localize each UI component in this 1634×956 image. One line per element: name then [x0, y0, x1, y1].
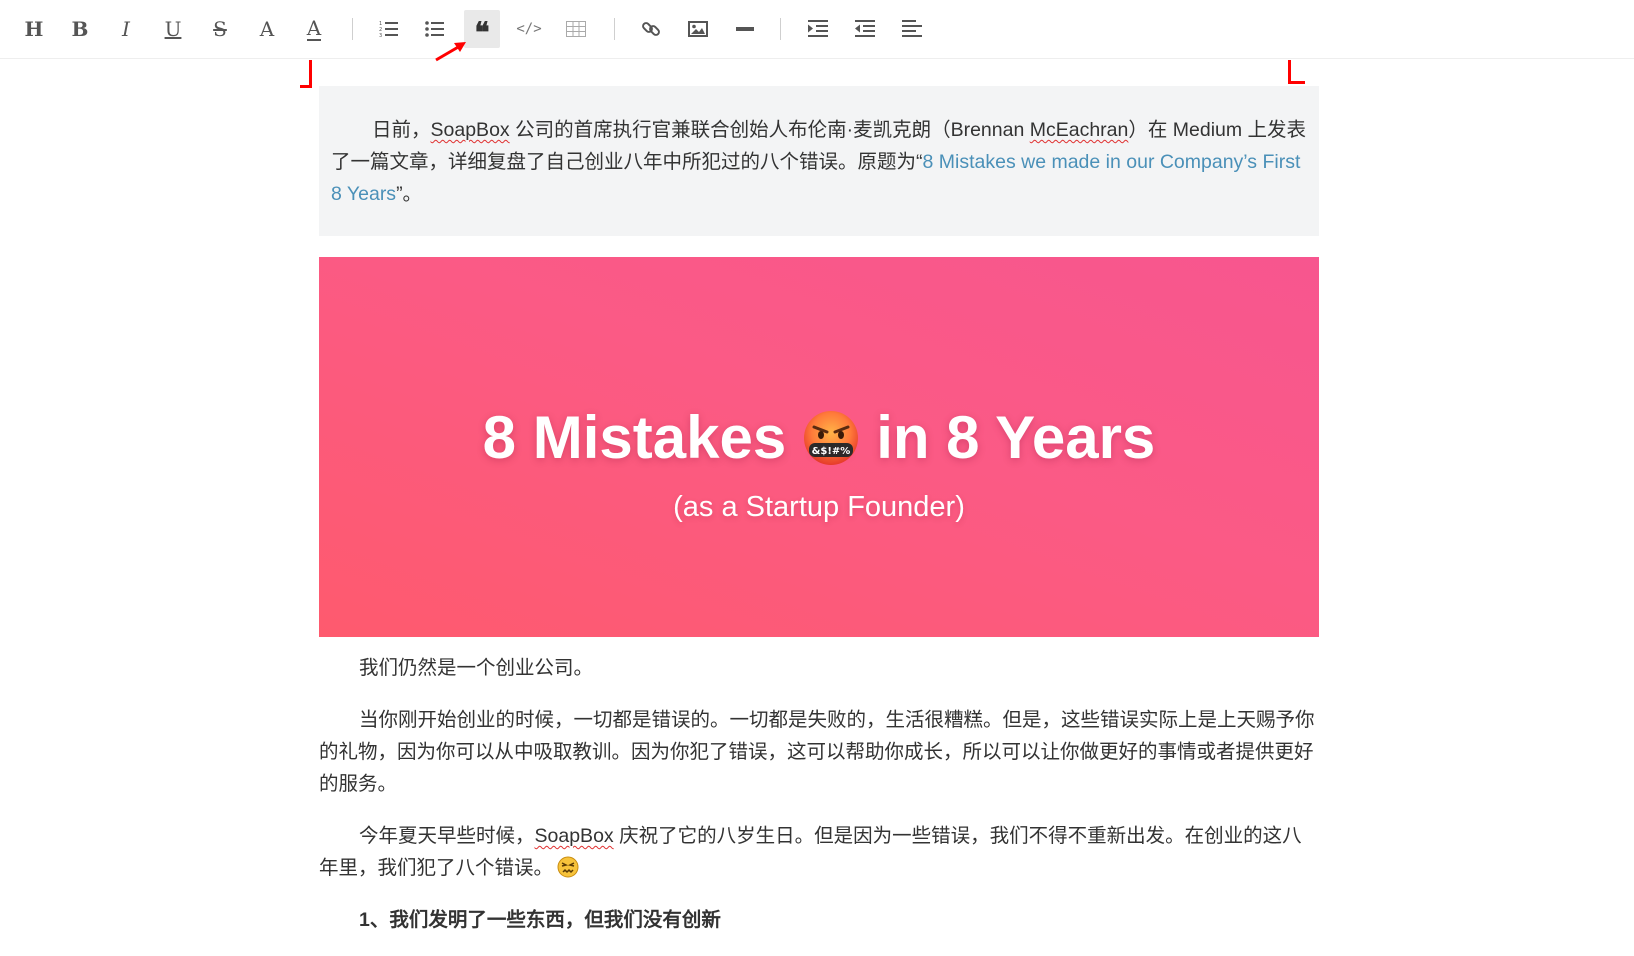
indent-icon: [808, 20, 828, 37]
spellcheck-word: SoapBox: [430, 119, 510, 141]
article-body[interactable]: 我们仍然是一个创业公司。 当你刚开始创业的时候，一切都是错误的。一切都是失败的，…: [319, 652, 1319, 956]
quote-icon: ❝: [474, 16, 490, 49]
indent-button[interactable]: [800, 10, 836, 48]
heading-icon: H: [24, 17, 44, 41]
section-heading: 1、我们发明了一些东西，但我们没有创新: [359, 909, 721, 931]
underline-button[interactable]: U: [155, 10, 191, 48]
image-button[interactable]: [680, 10, 716, 48]
strikethrough-icon: S: [213, 17, 227, 41]
font-size-button[interactable]: A: [249, 10, 285, 48]
bold-icon: B: [71, 17, 89, 41]
link-icon: [642, 22, 660, 36]
toolbar-divider: [780, 18, 781, 40]
spellcheck-word: SoapBox: [534, 825, 614, 847]
font-size-icon: A: [259, 17, 275, 41]
paragraph: 当你刚开始创业的时候，一切都是错误的。一切都是失败的，生活很糟糕。但是，这些错误…: [319, 709, 1315, 795]
outdent-button[interactable]: [847, 10, 883, 48]
italic-button[interactable]: I: [108, 10, 144, 48]
paragraph: 今年夏天早些时候，SoapBox 庆祝了它的八岁生日。但是因为一些错误，我们不得…: [319, 825, 1302, 879]
toolbar-divider: [352, 18, 353, 40]
table-icon: [566, 21, 586, 37]
paragraph: 我们仍然是一个创业公司。: [359, 657, 594, 679]
svg-text:3: 3: [379, 33, 382, 38]
align-button[interactable]: [894, 10, 930, 48]
editor-toolbar: H B I U S A A 1 2 3 ❝ </>: [0, 0, 1634, 59]
quote-paragraph: 日前，SoapBox 公司的首席执行官兼联合创始人布伦南·麦凯克朗（Brenna…: [331, 119, 1307, 205]
selection-end-marker: [1288, 60, 1305, 84]
toolbar-divider: [614, 18, 615, 40]
ordered-list-icon: 1 2 3: [379, 21, 398, 38]
heading-button[interactable]: H: [16, 10, 52, 48]
ordered-list-button[interactable]: 1 2 3: [371, 10, 407, 48]
banner-subtitle: (as a Startup Founder): [673, 491, 965, 523]
banner-title: 8 Mistakes &$!#% in 8 Years: [482, 404, 1156, 471]
underline-icon: U: [164, 17, 182, 41]
bold-button[interactable]: B: [62, 10, 98, 48]
link-button[interactable]: [633, 10, 669, 48]
code-icon: </>: [516, 21, 542, 37]
image-icon: [688, 21, 708, 37]
outdent-icon: [855, 20, 875, 37]
annotation-arrow: [435, 42, 466, 62]
align-left-icon: [902, 20, 922, 37]
unordered-list-icon: [425, 21, 444, 37]
italic-icon: I: [122, 17, 130, 41]
spellcheck-word: McEachran: [1029, 119, 1129, 141]
code-button[interactable]: </>: [511, 10, 547, 48]
horizontal-rule-icon: [736, 27, 754, 31]
blockquote[interactable]: 日前，SoapBox 公司的首席执行官兼联合创始人布伦南·麦凯克朗（Brenna…: [319, 86, 1319, 236]
strikethrough-button[interactable]: S: [202, 10, 238, 48]
font-color-button[interactable]: A: [296, 10, 332, 48]
angry-face-icon: &$!#%: [804, 411, 859, 465]
table-button[interactable]: [558, 10, 594, 48]
emoji-symbols: &$!#%: [812, 446, 851, 457]
font-color-icon: A: [306, 15, 322, 41]
selection-start-marker: [300, 60, 312, 88]
horizontal-rule-button[interactable]: [727, 10, 763, 48]
article-banner-image: 8 Mistakes &$!#% in 8 Years (as a Startu…: [319, 257, 1319, 637]
blockquote-button[interactable]: ❝: [464, 10, 500, 48]
confounded-face-icon: [557, 856, 579, 878]
